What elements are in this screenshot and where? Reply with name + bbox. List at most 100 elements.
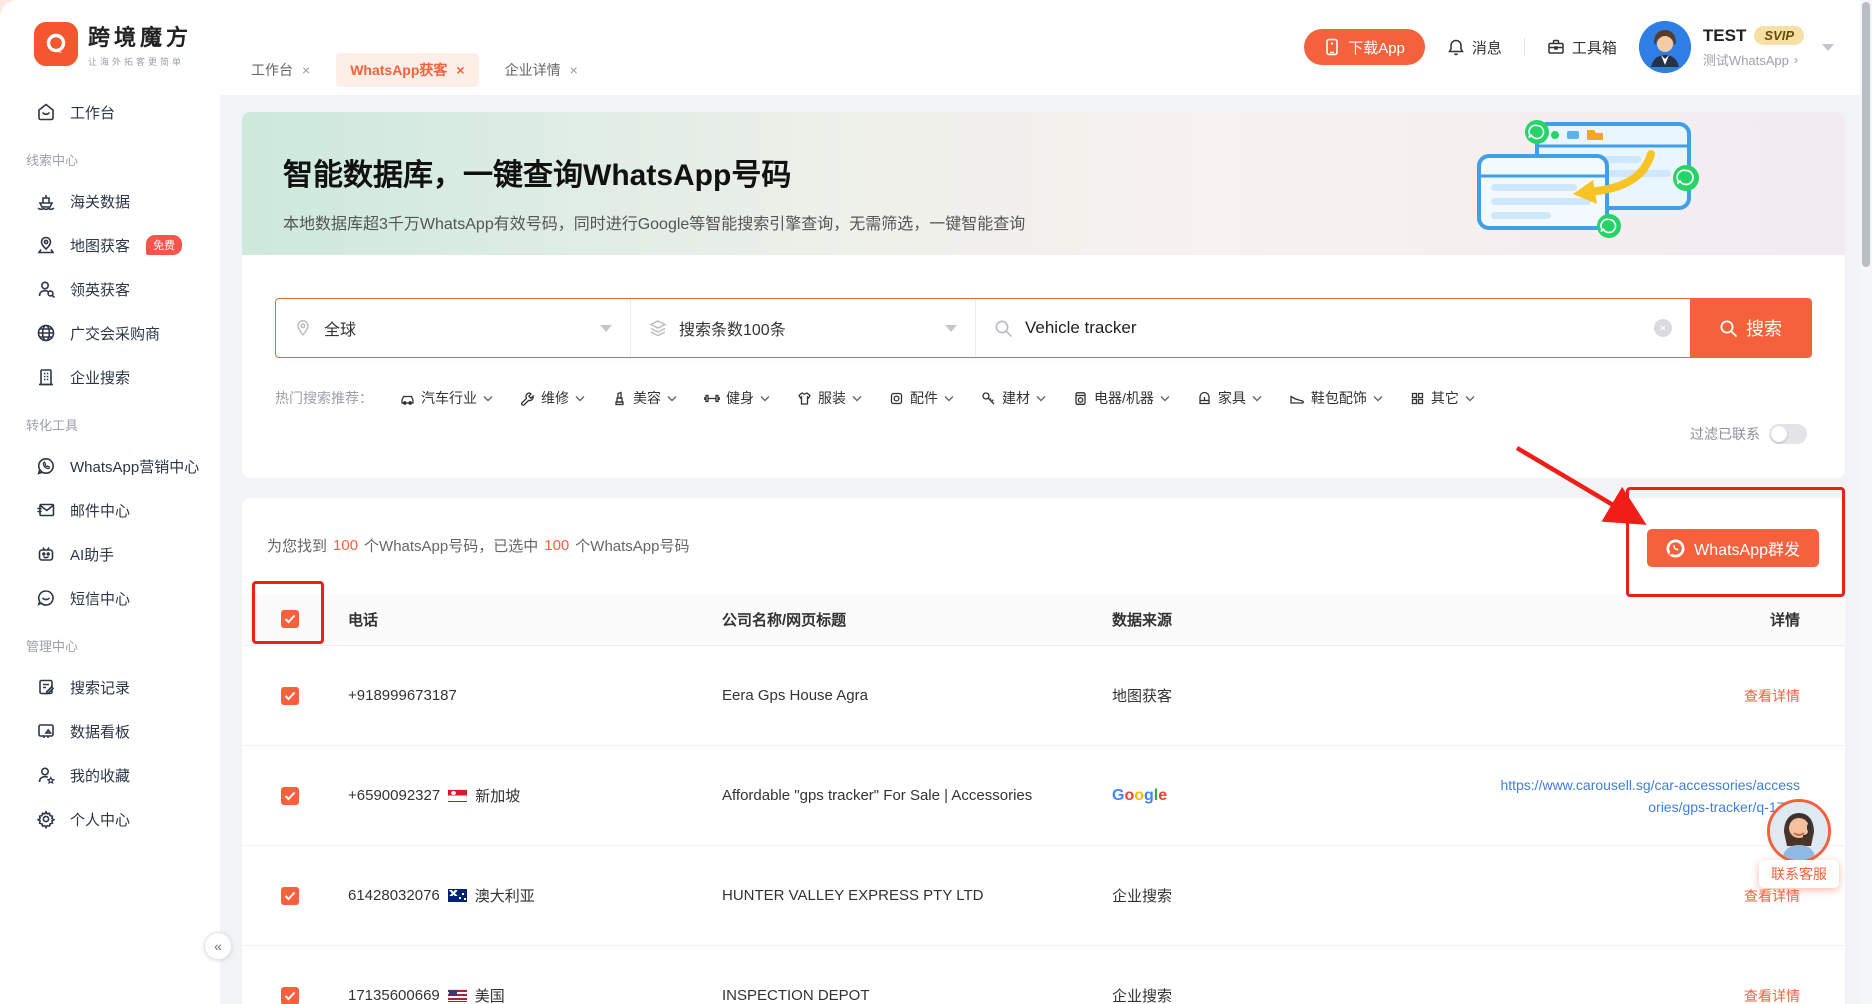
- tab-workbench[interactable]: 工作台×: [237, 53, 324, 87]
- table-row: +918999673187 Eera Gps House Agra 地图获客 查…: [242, 646, 1845, 746]
- sidebar-item-canton-fair-buyers[interactable]: 广交会采购商: [0, 311, 220, 355]
- hot-item-appliances[interactable]: 电器/机器: [1073, 388, 1170, 408]
- search-input[interactable]: [1025, 318, 1642, 338]
- search-icon: [994, 319, 1013, 338]
- region-select[interactable]: 全球: [276, 299, 631, 357]
- user-menu[interactable]: TEST SVIP 测试WhatsApp ›: [1639, 21, 1834, 73]
- contact-support-label[interactable]: 联系客服: [1759, 860, 1839, 888]
- sidebar-item-label: 短信中心: [70, 588, 130, 609]
- sidebar-item-sms-center[interactable]: 短信中心: [0, 576, 220, 620]
- selected-count: 100: [544, 537, 569, 554]
- filter-contacted-toggle[interactable]: [1769, 424, 1807, 444]
- hot-item-fitness[interactable]: 健身: [704, 388, 770, 408]
- table-row: 17135600669美国 INSPECTION DEPOT 企业搜索 查看详情: [242, 946, 1845, 1004]
- ship-icon: [36, 191, 56, 211]
- workbench-icon: [36, 102, 56, 122]
- hot-item-beauty[interactable]: 美容: [612, 388, 677, 408]
- hot-item-apparel[interactable]: 服装: [797, 388, 862, 408]
- view-detail-link[interactable]: 查看详情: [1744, 688, 1800, 704]
- hot-search-row: 热门搜索推荐： 汽车行业 维修 美容 健身 服装 配件 建材 电器/机器 家具 …: [275, 388, 1845, 408]
- close-icon[interactable]: ×: [456, 62, 464, 78]
- brand-tagline: 让海外拓客更简单: [88, 55, 192, 68]
- sidebar-item-label: 海关数据: [70, 191, 130, 212]
- banner-illustration: [1475, 120, 1700, 248]
- table-header: 电话 公司名称/网页标题 数据来源 详情: [242, 593, 1845, 646]
- region-value: 全球: [324, 316, 582, 340]
- sidebar-nav: 工作台 线索中心 海关数据 地图获客 免费 领英获客 广交会采购商: [0, 82, 220, 841]
- sidebar-item-search-history[interactable]: 搜索记录: [0, 665, 220, 709]
- title-cell: HUNTER VALLEY EXPRESS PTY LTD: [722, 887, 1112, 904]
- sidebar-item-linkedin-leads[interactable]: 领英获客: [0, 267, 220, 311]
- support-widget[interactable]: 联系客服: [1759, 799, 1839, 888]
- hot-item-other[interactable]: 其它: [1410, 388, 1475, 408]
- result-url-link[interactable]: https://www.carousell.sg/car-accessories…: [1500, 777, 1800, 815]
- clear-input-icon[interactable]: ×: [1654, 319, 1672, 337]
- row-checkbox[interactable]: [281, 887, 299, 905]
- row-checkbox[interactable]: [281, 787, 299, 805]
- toolbox-link[interactable]: 工具箱: [1547, 37, 1617, 58]
- sidebar-item-map-leads[interactable]: 地图获客 免费: [0, 223, 220, 267]
- scrollbar-thumb[interactable]: [1862, 2, 1870, 267]
- filter-contacted-label: 过滤已联系: [1690, 424, 1760, 444]
- banner: 智能数据库，一键查询WhatsApp号码 本地数据库超3千万WhatsApp有效…: [242, 112, 1845, 255]
- map-pin-icon: [36, 235, 56, 255]
- sidebar-item-label: 广交会采购商: [70, 323, 160, 344]
- select-all-checkbox[interactable]: [281, 610, 299, 628]
- result-count-select[interactable]: 搜索条数100条: [631, 299, 976, 357]
- sidebar-item-mail-center[interactable]: 邮件中心: [0, 488, 220, 532]
- hot-item-auto[interactable]: 汽车行业: [400, 388, 493, 408]
- row-checkbox[interactable]: [281, 987, 299, 1004]
- view-detail-link[interactable]: 查看详情: [1744, 888, 1800, 904]
- hot-item-parts[interactable]: 配件: [889, 388, 954, 408]
- source-cell: 企业搜索: [1112, 885, 1412, 906]
- whatsapp-bulk-send-button[interactable]: WhatsApp群发: [1647, 529, 1819, 567]
- mail-icon: [36, 500, 56, 520]
- singapore-flag-icon: [448, 789, 467, 802]
- messages-link[interactable]: 消息: [1447, 37, 1502, 58]
- sidebar-item-label: AI助手: [70, 544, 114, 565]
- tab-company-detail[interactable]: 企业详情×: [491, 53, 592, 87]
- download-app-button[interactable]: 下载App: [1304, 29, 1425, 65]
- search-panel: 智能数据库，一键查询WhatsApp号码 本地数据库超3千万WhatsApp有效…: [242, 112, 1845, 478]
- found-count: 100: [333, 537, 358, 554]
- appliance-icon: [1073, 391, 1088, 406]
- svip-badge: SVIP: [1754, 26, 1804, 45]
- hot-item-building-materials[interactable]: 建材: [981, 388, 1046, 408]
- search-button[interactable]: 搜索: [1690, 299, 1811, 357]
- tab-bar: 工作台× WhatsApp获客× 企业详情×: [237, 53, 592, 87]
- layers-icon: [649, 319, 667, 337]
- phone-cell: 61428032076澳大利亚: [348, 885, 722, 906]
- table-row: 61428032076澳大利亚 HUNTER VALLEY EXPRESS PT…: [242, 846, 1845, 946]
- whatsapp-icon: [1666, 539, 1685, 558]
- page-scrollbar: [1860, 0, 1872, 1004]
- sidebar-section-conversion: 转化工具: [0, 399, 220, 444]
- sidebar-item-favorites[interactable]: 我的收藏: [0, 753, 220, 797]
- view-detail-link[interactable]: 查看详情: [1744, 988, 1800, 1004]
- sidebar-item-ai-assistant[interactable]: AI助手: [0, 532, 220, 576]
- brand-logo-icon: [34, 22, 78, 66]
- column-header-phone: 电话: [348, 609, 722, 630]
- user-subtitle[interactable]: 测试WhatsApp ›: [1703, 50, 1804, 69]
- sidebar-collapse-button[interactable]: «: [204, 932, 232, 960]
- row-checkbox[interactable]: [281, 687, 299, 705]
- sidebar-item-label: 领英获客: [70, 279, 130, 300]
- avatar: [1639, 21, 1691, 73]
- hot-item-repair[interactable]: 维修: [520, 388, 585, 408]
- brand-name: 跨境魔方: [88, 20, 192, 52]
- hot-item-furniture[interactable]: 家具: [1197, 388, 1262, 408]
- shoe-icon: [1289, 391, 1305, 406]
- sidebar-item-company-search[interactable]: 企业搜索: [0, 355, 220, 399]
- brand-logo[interactable]: 跨境魔方 让海外拓客更简单: [0, 0, 220, 82]
- sidebar-item-workbench[interactable]: 工作台: [0, 90, 220, 134]
- sidebar-item-customs-data[interactable]: 海关数据: [0, 179, 220, 223]
- sidebar-item-data-dashboard[interactable]: 数据看板: [0, 709, 220, 753]
- app-window: 跨境魔方 让海外拓客更简单 工作台 线索中心 海关数据 地图获客 免费 领英获客: [0, 0, 1872, 1004]
- close-icon[interactable]: ×: [302, 62, 310, 78]
- sidebar-section-leads: 线索中心: [0, 134, 220, 179]
- close-icon[interactable]: ×: [570, 62, 578, 78]
- hot-item-shoes-bags[interactable]: 鞋包配饰: [1289, 388, 1383, 408]
- chevron-down-icon[interactable]: [1822, 44, 1834, 51]
- sidebar-item-whatsapp-marketing[interactable]: WhatsApp营销中心: [0, 444, 220, 488]
- sidebar-item-personal-center[interactable]: 个人中心: [0, 797, 220, 841]
- tab-whatsapp-leads[interactable]: WhatsApp获客×: [336, 53, 478, 87]
